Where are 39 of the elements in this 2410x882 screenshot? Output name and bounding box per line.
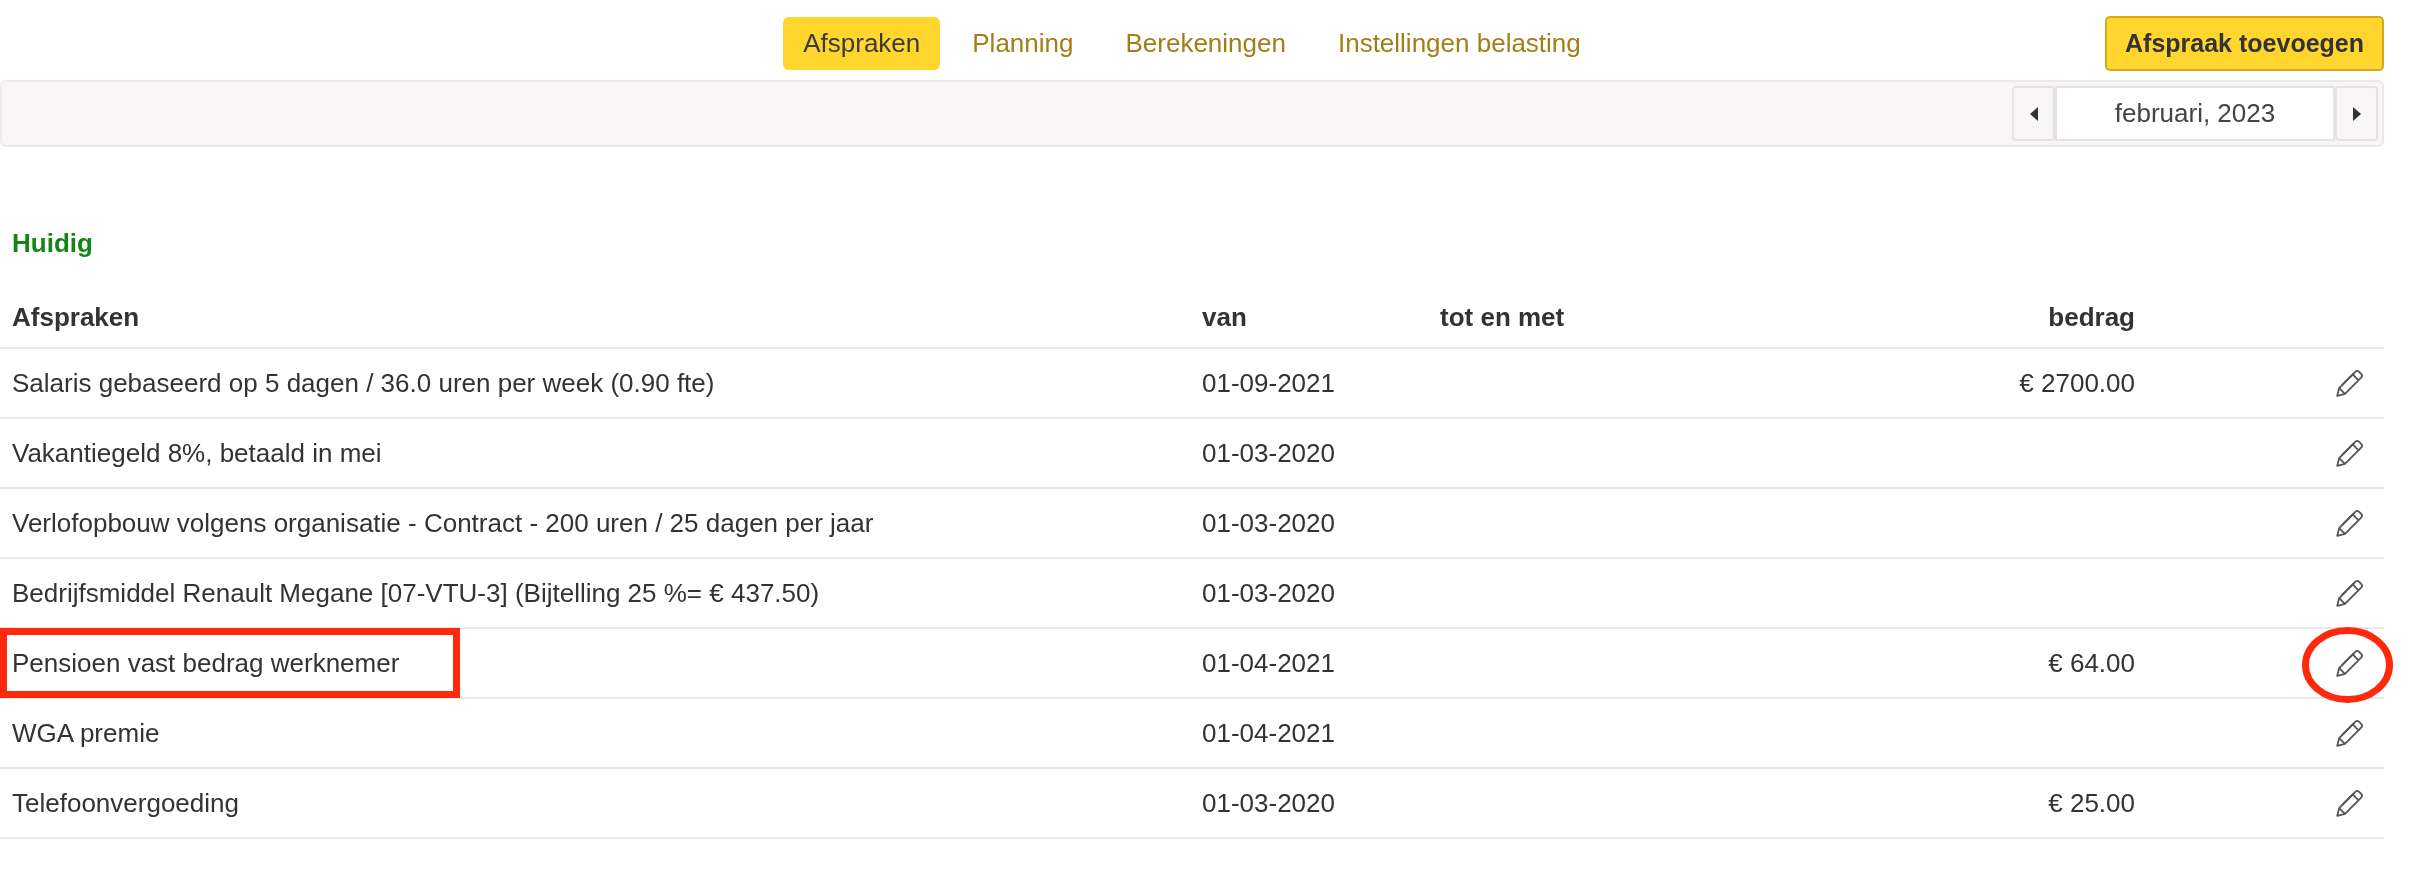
pencil-icon[interactable]	[2334, 787, 2365, 819]
appointment-name: Bedrijfsmiddel Renault Megane [07-VTU-3] (Bijtelling 25 %= € 437.50)	[12, 577, 820, 609]
appointment-name: WGA premie	[12, 717, 160, 749]
start-date: 01-03-2020	[1202, 577, 1335, 609]
start-date: 01-03-2020	[1202, 437, 1335, 469]
amount-text: € 25.00	[2048, 787, 2135, 819]
appointment-name: Telefoonvergoeding	[12, 787, 239, 819]
appointment-name: Verlofopbouw volgens organisatie - Contract - 200 uren / 25 dagen per jaar	[12, 507, 874, 539]
section-title: Huidig	[12, 228, 93, 259]
pencil-icon[interactable]	[2334, 577, 2365, 609]
caret-right-icon	[2352, 106, 2361, 121]
pencil-icon[interactable]	[2334, 437, 2365, 469]
nav-tab[interactable]: Afspraken	[783, 17, 941, 70]
amount-text: € 2700.00	[2019, 367, 2135, 399]
appointment-name: Vakantiegeld 8%, betaald in mei	[12, 437, 382, 469]
appointment-name: Salaris gebaseerd op 5 dagen / 36.0 uren per week (0.90 fte)	[12, 367, 715, 399]
add-appointment-button[interactable]: Afspraak toevoegen	[2105, 16, 2384, 71]
caret-left-icon	[2029, 106, 2038, 121]
start-date: 01-04-2021	[1202, 647, 1335, 679]
pencil-icon[interactable]	[2334, 647, 2365, 679]
nav-tab[interactable]: Planning	[952, 17, 1094, 70]
nav-tab[interactable]: Instellingen belasting	[1317, 17, 1601, 70]
month-field[interactable]: februari, 2023	[2055, 86, 2335, 141]
column-header: bedrag	[2048, 302, 2135, 333]
column-header: van	[1202, 302, 1247, 333]
pencil-icon[interactable]	[2334, 507, 2365, 539]
start-date: 01-04-2021	[1202, 717, 1335, 749]
amount-text: € 64.00	[2048, 647, 2135, 679]
nav-tab[interactable]: Berekeningen	[1105, 17, 1306, 70]
appointment-name: Pensioen vast bedrag werknemer	[12, 647, 400, 679]
start-date: 01-03-2020	[1202, 787, 1335, 819]
start-date: 01-09-2021	[1202, 367, 1335, 399]
column-header: tot en met	[1440, 302, 1565, 333]
previous-month-button[interactable]	[2012, 86, 2055, 141]
pencil-icon[interactable]	[2334, 367, 2365, 399]
next-month-button[interactable]	[2335, 86, 2378, 141]
pencil-icon[interactable]	[2334, 717, 2365, 749]
start-date: 01-03-2020	[1202, 507, 1335, 539]
column-header: Afspraken	[12, 302, 140, 333]
